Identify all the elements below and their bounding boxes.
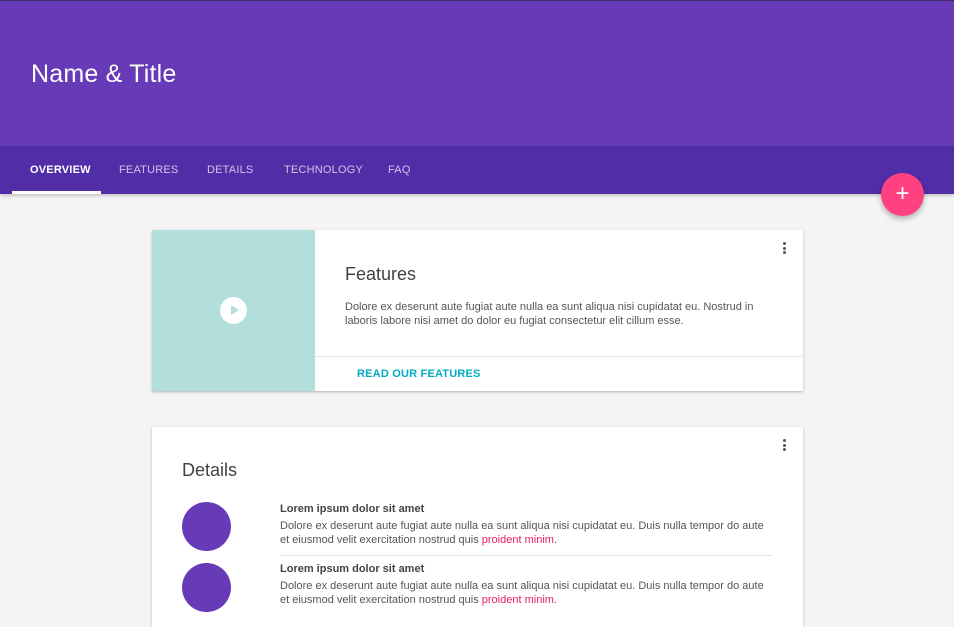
list-item-text: Dolore ex deserunt aute fugiat aute null… — [280, 580, 764, 606]
more-vert-icon[interactable] — [779, 437, 791, 453]
plus-icon: + — [895, 180, 910, 207]
proident-link[interactable]: proident minim — [482, 594, 554, 606]
features-media — [152, 230, 315, 391]
tab-details[interactable]: DETAILS — [207, 146, 253, 194]
features-title: Features — [345, 264, 417, 284]
features-divider — [315, 356, 803, 357]
tab-technology[interactable]: TECHNOLOGY — [284, 146, 363, 194]
active-tab-indicator — [12, 191, 101, 194]
list-divider — [280, 555, 772, 556]
features-description: Dolore ex deserunt aute fugiat aute null… — [345, 301, 754, 327]
details-title: Details — [182, 460, 238, 480]
list-item-text: Dolore ex deserunt aute fugiat aute null… — [280, 520, 764, 546]
avatar — [182, 563, 231, 612]
play-icon[interactable] — [220, 297, 247, 324]
add-button[interactable]: + — [881, 173, 924, 216]
tab-faq[interactable]: FAQ — [388, 146, 411, 194]
details-card: Details Lorem ipsum dolor sit amet Dolor… — [152, 427, 803, 627]
read-features-button[interactable]: READ OUR FEATURES — [357, 368, 481, 380]
tab-features[interactable]: FEATURES — [119, 146, 178, 194]
app-header: Name & Title — [0, 1, 954, 146]
list-item-title: Lorem ipsum dolor sit amet — [280, 563, 425, 575]
more-vert-icon[interactable] — [779, 240, 791, 256]
avatar — [182, 502, 231, 551]
page-title: Name & Title — [31, 60, 177, 88]
list-item-title: Lorem ipsum dolor sit amet — [280, 503, 425, 515]
features-card: Features Dolore ex deserunt aute fugiat … — [152, 230, 803, 391]
proident-link[interactable]: proident minim — [482, 534, 554, 546]
tab-overview[interactable]: OVERVIEW — [30, 146, 91, 194]
tab-bar: OVERVIEW FEATURES DETAILS TECHNOLOGY FAQ — [0, 146, 954, 194]
